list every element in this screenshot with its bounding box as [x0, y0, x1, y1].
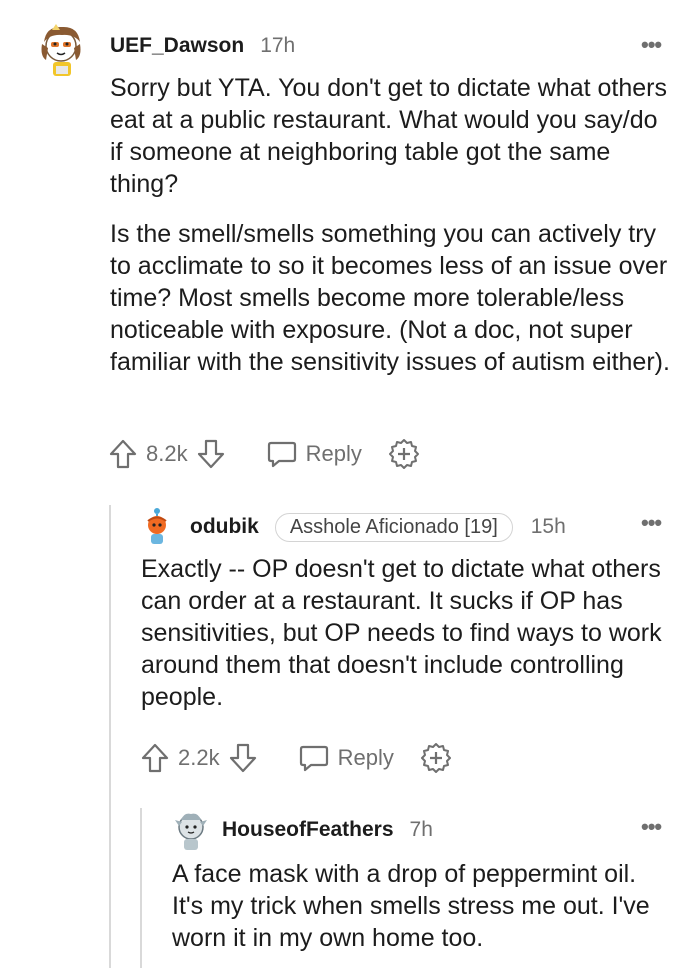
- thread-line[interactable]: [140, 808, 142, 968]
- downvote-icon: [229, 743, 256, 773]
- upvote-icon: [109, 439, 137, 469]
- reply-button[interactable]: Reply: [298, 742, 394, 774]
- comment-paragraph: A face mask with a drop of peppermint oi…: [172, 860, 650, 952]
- comment-paragraph: Exactly -- OP doesn't get to dictate wha…: [141, 555, 662, 711]
- award-icon: [388, 439, 419, 469]
- downvote-icon: [197, 439, 224, 469]
- comment-paragraph: Sorry but YTA. You don't get to dictate …: [110, 74, 667, 198]
- user-flair-badge: Asshole Aficionado [19]: [274, 512, 513, 542]
- downvote-button[interactable]: [196, 437, 226, 471]
- reply-bubble-icon: [267, 441, 296, 468]
- timestamp: 17h: [260, 34, 296, 57]
- reply-button[interactable]: Reply: [266, 438, 362, 470]
- comment-paragraph: Is the smell/smells something you can ac…: [110, 220, 670, 376]
- avatar[interactable]: [172, 810, 210, 852]
- avatar[interactable]: [140, 506, 174, 546]
- vote-count: 8.2k: [146, 441, 188, 466]
- comment-actions: 8.2k Reply: [108, 434, 420, 474]
- upvote-button[interactable]: [140, 741, 170, 775]
- username[interactable]: odubik: [190, 515, 259, 539]
- avatar-image: [147, 508, 167, 544]
- downvote-button[interactable]: [228, 741, 258, 775]
- avatar-image: [175, 813, 207, 850]
- username[interactable]: HouseofFeathers: [222, 818, 394, 842]
- more-options-icon[interactable]: •••: [641, 512, 662, 534]
- thread-line[interactable]: [109, 505, 111, 968]
- timestamp: 15h: [530, 515, 566, 538]
- more-options-icon[interactable]: •••: [641, 816, 662, 838]
- award-icon: [420, 743, 451, 773]
- award-button[interactable]: [420, 742, 452, 774]
- comment-body: Exactly -- OP doesn't get to dictate wha…: [141, 553, 675, 713]
- reply-label: Reply: [305, 441, 362, 466]
- comment-body: A face mask with a drop of peppermint oi…: [172, 858, 672, 954]
- more-options-icon[interactable]: •••: [641, 34, 662, 56]
- upvote-icon: [141, 743, 169, 773]
- award-button[interactable]: [388, 438, 420, 470]
- username[interactable]: UEF_Dawson: [110, 34, 244, 58]
- timestamp: 7h: [409, 818, 433, 841]
- avatar[interactable]: [36, 22, 86, 78]
- comment-actions: 2.2k Reply: [140, 738, 452, 778]
- vote-count: 2.2k: [178, 745, 220, 770]
- reply-bubble-icon: [299, 745, 328, 772]
- reply-label: Reply: [337, 745, 394, 770]
- comment-body: Sorry but YTA. You don't get to dictate …: [110, 72, 675, 378]
- avatar-image: [41, 24, 81, 76]
- upvote-button[interactable]: [108, 437, 138, 471]
